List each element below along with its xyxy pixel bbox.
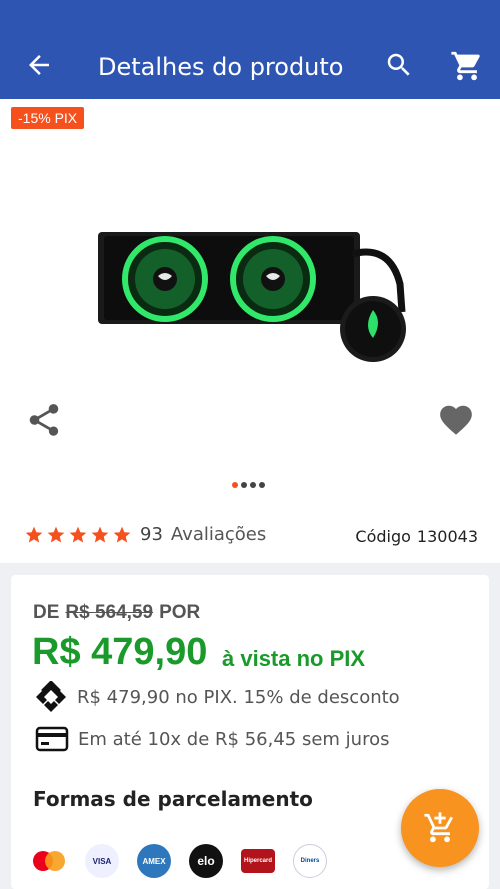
product-code-value: 130043 bbox=[416, 527, 478, 546]
star-icon bbox=[91, 526, 109, 542]
amex-icon: AMEX bbox=[137, 844, 171, 878]
mastercard-icon bbox=[31, 844, 67, 878]
back-arrow-icon[interactable] bbox=[24, 50, 54, 80]
carousel-indicator bbox=[232, 482, 265, 488]
discount-badge: -15% PIX bbox=[11, 107, 85, 129]
add-to-cart-icon bbox=[424, 812, 453, 843]
pix-icon bbox=[36, 681, 66, 712]
carousel-dot[interactable] bbox=[241, 482, 247, 488]
add-to-cart-fab[interactable] bbox=[401, 789, 479, 867]
por-label: POR bbox=[159, 602, 201, 623]
new-price: R$ 479,90 bbox=[32, 631, 208, 673]
credit-card-icon bbox=[35, 726, 69, 752]
hipercard-icon: Hipercard bbox=[241, 849, 275, 873]
product-section: -15% PIX 93 Avaliações Código 130043 bbox=[0, 99, 500, 563]
old-price: R$ 564,59 bbox=[65, 602, 154, 623]
rating-count: 93 bbox=[140, 524, 163, 545]
formas-title: Formas de parcelamento bbox=[33, 787, 313, 811]
star-icon bbox=[25, 526, 43, 542]
pix-label: à vista no PIX bbox=[222, 646, 366, 671]
installments-row: Em até 10x de R$ 56,45 sem juros bbox=[35, 725, 389, 753]
card-brands-row: VISA AMEX elo Hipercard Diners bbox=[31, 844, 327, 878]
visa-icon: VISA bbox=[85, 844, 119, 878]
pix-info-text: R$ 479,90 no PIX. 15% de desconto bbox=[77, 686, 400, 708]
product-code-label: Código bbox=[355, 527, 411, 546]
share-icon[interactable] bbox=[25, 401, 63, 439]
product-code: Código 130043 bbox=[355, 527, 478, 546]
installments-text: Em até 10x de R$ 56,45 sem juros bbox=[78, 728, 390, 750]
star-icon bbox=[113, 526, 131, 542]
pix-info-row: R$ 479,90 no PIX. 15% de desconto bbox=[35, 681, 400, 713]
rating-stars bbox=[24, 525, 132, 545]
old-price-line: DE R$ 564,59 POR bbox=[33, 602, 200, 624]
search-icon[interactable] bbox=[384, 50, 414, 80]
carousel-dot[interactable] bbox=[250, 482, 256, 488]
product-image[interactable] bbox=[90, 224, 420, 374]
app-header: Detalhes do produto bbox=[0, 0, 500, 99]
favorite-heart-icon[interactable] bbox=[436, 401, 476, 439]
carousel-dot[interactable] bbox=[259, 482, 265, 488]
rating-label: Avaliações bbox=[170, 524, 267, 545]
star-icon bbox=[47, 526, 65, 542]
de-label: DE bbox=[33, 602, 60, 623]
carousel-dot[interactable] bbox=[232, 482, 238, 488]
page-title: Detalhes do produto bbox=[98, 53, 344, 81]
cart-icon[interactable] bbox=[450, 49, 484, 83]
elo-icon: elo bbox=[189, 844, 223, 878]
diners-club-icon: Diners bbox=[293, 844, 327, 878]
product-rating[interactable]: 93 Avaliações bbox=[24, 524, 266, 545]
star-icon bbox=[69, 526, 87, 542]
